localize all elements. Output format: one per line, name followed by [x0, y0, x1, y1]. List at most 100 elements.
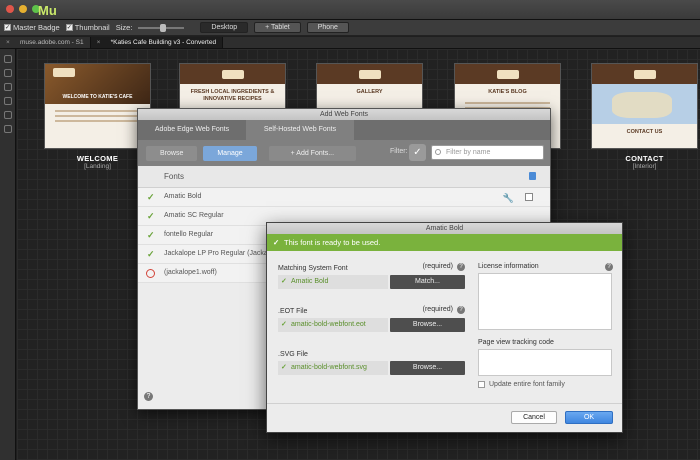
font-row[interactable]: ✓ Amatic Bold 🔧 — [138, 188, 550, 207]
eot-label: .EOT File — [278, 308, 308, 315]
svg-browse-button[interactable]: Browse... — [390, 361, 465, 375]
divider — [267, 403, 622, 404]
thumbnail-toggle[interactable]: ✓ Thumbnail — [65, 23, 110, 32]
license-textarea[interactable] — [478, 273, 612, 330]
thumb-headline: KATIE'S BLOG — [488, 89, 527, 95]
wrench-icon[interactable]: 🔧 — [503, 193, 514, 204]
error-icon — [146, 269, 155, 278]
fonts-subtoolbar: Browse Manage + Add Fonts... Filter: ✓ F… — [138, 140, 550, 166]
tab-label: *Katies Cafe Building v3 - Converted — [110, 39, 217, 46]
tab-katies-cafe[interactable]: × *Katies Cafe Building v3 - Converted — [90, 37, 224, 49]
svg-file-value: amatic-bold-webfont.svg — [291, 364, 367, 371]
page-name-welcome: WELCOME — [76, 154, 119, 163]
required-label: (required) — [422, 306, 453, 313]
minimize-window-button[interactable] — [19, 5, 27, 13]
size-label: Size: — [115, 23, 133, 32]
master-badge-label: Master Badge — [13, 23, 60, 32]
check-icon: ✓ — [281, 364, 287, 371]
help-icon[interactable]: ? — [605, 263, 613, 271]
logo-badge — [496, 69, 519, 79]
help-icon[interactable]: ? — [457, 306, 465, 314]
help-icon[interactable]: ? — [144, 392, 153, 401]
logo-badge — [53, 68, 75, 77]
svg-label: .SVG File — [278, 351, 308, 358]
tab-self-hosted-web-fonts[interactable]: Self-Hosted Web Fonts — [246, 120, 354, 140]
check-icon: ✓ — [147, 230, 155, 240]
checkbox-icon[interactable] — [478, 381, 485, 388]
map-image — [592, 84, 697, 124]
trash-icon[interactable] — [529, 172, 536, 180]
selection-tool-icon[interactable] — [4, 55, 12, 63]
filter-label: Filter: — [390, 148, 408, 155]
thumb-headline: WELCOME TO KATIE'S CAFE — [62, 94, 133, 100]
font-name: fontello Regular — [164, 231, 214, 238]
tab-adobe-edge-web-fonts[interactable]: Adobe Edge Web Fonts — [138, 120, 246, 140]
toolbar: ✓ Master Badge ✓ Thumbnail Size: Desktop… — [0, 20, 700, 36]
desktop-view-button[interactable]: Desktop — [200, 22, 249, 33]
license-label: License information — [478, 263, 539, 270]
matching-font-section: Matching System Font (required) ? ✓ Amat… — [278, 263, 465, 289]
thumb-content — [55, 110, 140, 122]
page-thumbnail-welcome[interactable]: WELCOME TO KATIE'S CAFE — [44, 63, 151, 149]
tracking-code-textarea[interactable] — [478, 349, 612, 376]
phone-view-button[interactable]: Phone — [306, 22, 349, 33]
logo-badge — [358, 69, 381, 79]
logo-badge — [221, 69, 244, 79]
filter-input[interactable]: Filter by name — [431, 145, 544, 160]
close-tab-icon[interactable]: × — [6, 37, 10, 49]
page-type-contact: [Interior] — [632, 163, 657, 170]
thumb-header — [317, 64, 422, 84]
eot-file-value: amatic-bold-webfont.eot — [291, 321, 366, 328]
thumb-headline: FRESH LOCAL INGREDIENTS & INNOVATIVE REC… — [190, 89, 275, 102]
browse-fonts-button[interactable]: Browse — [146, 145, 198, 161]
add-fonts-button[interactable]: + Add Fonts... — [268, 145, 357, 161]
svg-file-section: .SVG File ✓ amatic-bold-webfont.svg Brow… — [278, 349, 465, 375]
check-icon: ✓ — [273, 238, 280, 247]
matching-font-field: ✓ Amatic Bold — [278, 275, 388, 289]
check-icon: ✓ — [147, 192, 155, 202]
svg-file-field: ✓ amatic-bold-webfont.svg — [278, 361, 388, 375]
size-slider[interactable] — [138, 23, 185, 32]
match-button[interactable]: Match... — [390, 275, 465, 289]
title-bar: Mu — [0, 0, 700, 20]
master-badge-toggle[interactable]: ✓ Master Badge — [4, 23, 60, 32]
check-icon: ✓ — [147, 211, 155, 221]
fonts-header-label: Fonts — [164, 172, 185, 181]
thumb-header — [455, 64, 560, 84]
tab-muse-site[interactable]: × muse.adobe.com - S1 — [0, 37, 91, 48]
tracking-code-label: Page view tracking code — [478, 339, 554, 346]
ok-button[interactable]: OK — [565, 411, 613, 424]
font-name: Amatic Bold — [164, 193, 202, 200]
thumb-header — [592, 64, 697, 84]
status-banner: ✓ This font is ready to be used. — [267, 234, 622, 251]
filter-check-icon[interactable]: ✓ — [409, 144, 426, 161]
tablet-view-button[interactable]: + Tablet — [254, 22, 301, 33]
crop-tool-icon[interactable] — [4, 69, 12, 77]
required-label: (required) — [422, 263, 453, 270]
font-select-checkbox[interactable] — [525, 193, 533, 201]
hand-tool-icon[interactable] — [4, 111, 12, 119]
filter-placeholder: Filter by name — [446, 149, 491, 156]
check-icon: ✓ — [281, 278, 287, 285]
tab-label: muse.adobe.com - S1 — [20, 39, 84, 46]
close-window-button[interactable] — [6, 5, 14, 13]
manage-fonts-button[interactable]: Manage — [203, 145, 257, 161]
zoom-tool-icon[interactable] — [4, 125, 12, 133]
page-thumbnail-contact[interactable]: CONTACT US — [591, 63, 698, 149]
help-icon[interactable]: ? — [457, 263, 465, 271]
fonts-list-header: Fonts — [138, 166, 550, 188]
close-tab-icon[interactable]: × — [97, 37, 101, 49]
tool-rail — [0, 49, 16, 460]
thumb-headline: CONTACT US — [626, 129, 663, 135]
check-icon: ✓ — [147, 249, 155, 259]
slider-knob[interactable] — [160, 23, 167, 32]
eot-browse-button[interactable]: Browse... — [390, 318, 465, 332]
checkbox-icon: ✓ — [65, 24, 73, 31]
text-tool-icon[interactable] — [4, 83, 12, 91]
app-logo: Mu — [38, 3, 57, 18]
cancel-button[interactable]: Cancel — [511, 411, 557, 424]
update-family-label: Update entire font family — [489, 381, 565, 388]
update-family-checkbox[interactable]: Update entire font family — [478, 381, 565, 388]
window-controls — [6, 5, 40, 13]
rectangle-tool-icon[interactable] — [4, 97, 12, 105]
